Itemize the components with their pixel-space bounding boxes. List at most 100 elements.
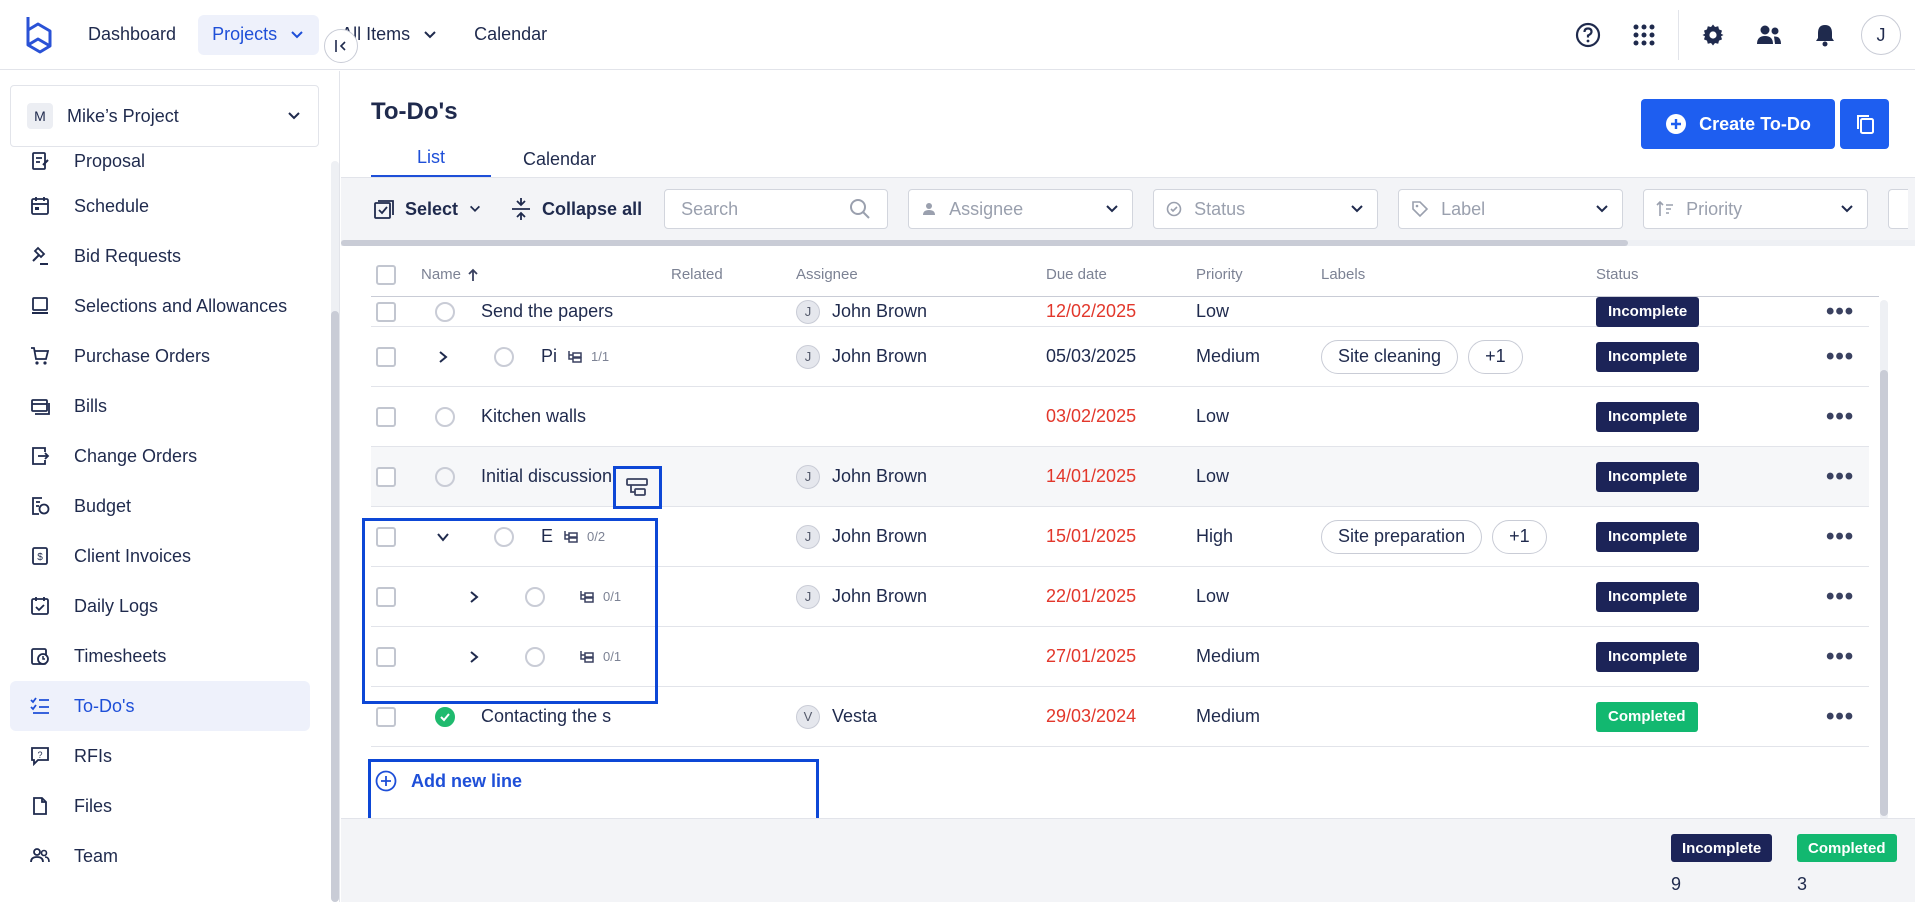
settings-gear-icon[interactable] (1685, 0, 1741, 70)
sidebar-item-label: Daily Logs (74, 595, 159, 616)
status-filter[interactable]: Status (1153, 189, 1379, 229)
nav-dashboard[interactable]: Dashboard (74, 15, 190, 55)
sidebar-item-client-invoices[interactable]: $ Client Invoices (10, 531, 310, 581)
sidebar-scrollbar-thumb[interactable] (331, 311, 339, 902)
sidebar-item-proposal[interactable]: Proposal (10, 151, 310, 181)
table-row[interactable]: Initial discussion J John Brown 14/01/202… (371, 447, 1869, 507)
todo-name[interactable]: Kitchen walls (481, 387, 586, 446)
row-checkbox[interactable] (376, 346, 396, 367)
status-badge[interactable]: Incomplete (1596, 581, 1700, 612)
status-badge[interactable]: Incomplete (1596, 521, 1700, 552)
sidebar-item-schedule[interactable]: Schedule (10, 181, 310, 231)
collapse-sidebar-button[interactable] (324, 29, 358, 63)
more-options-icon[interactable]: ••• (1826, 507, 1854, 566)
tab-calendar[interactable]: Calendar (491, 140, 628, 178)
notifications-bell-icon[interactable] (1797, 0, 1853, 70)
status-badge[interactable]: Incomplete (1596, 296, 1700, 327)
status-badge[interactable]: Completed (1596, 701, 1698, 732)
more-options-icon[interactable]: ••• (1826, 627, 1854, 686)
app-logo-icon[interactable] (20, 15, 54, 55)
complete-toggle[interactable] (435, 466, 455, 487)
due-date: 27/01/2025 (1046, 646, 1137, 666)
todo-name[interactable]: Pi (541, 346, 557, 367)
todo-name[interactable]: Send the papers (481, 297, 613, 326)
nav-calendar[interactable]: Calendar (460, 15, 561, 55)
more-options-icon[interactable]: ••• (1826, 387, 1854, 446)
create-todo-button[interactable]: Create To-Do (1641, 99, 1835, 149)
column-due-date[interactable]: Due date (1046, 252, 1107, 297)
sidebar-item-todos[interactable]: To-Do's (10, 681, 310, 731)
sidebar-item-files[interactable]: Files (10, 781, 310, 831)
complete-toggle[interactable] (494, 346, 514, 367)
label-filter[interactable]: Label (1398, 189, 1624, 229)
table-scrollbar-thumb[interactable] (1880, 370, 1888, 816)
complete-toggle[interactable] (435, 406, 455, 427)
more-labels-chip[interactable]: +1 (1492, 519, 1547, 554)
row-checkbox[interactable] (376, 466, 396, 487)
priority: Low (1196, 466, 1230, 486)
more-options-icon[interactable]: ••• (1826, 567, 1854, 626)
view-tabs: List Calendar (371, 140, 628, 178)
column-status[interactable]: Status (1596, 252, 1639, 297)
sidebar-item-timesheets[interactable]: Timesheets (10, 631, 310, 681)
sidebar-item-budget[interactable]: Budget (10, 481, 310, 531)
sidebar-item-purchase-orders[interactable]: Purchase Orders (10, 331, 310, 381)
todo-name[interactable]: Initial discussion (481, 447, 614, 506)
table-row[interactable]: Send the papers J John Brown 12/02/2025 L… (371, 296, 1869, 327)
complete-toggle[interactable] (435, 301, 455, 322)
select-all-checkbox[interactable] (376, 252, 396, 297)
tab-list[interactable]: List (371, 140, 492, 178)
search-input[interactable]: Search (664, 189, 889, 229)
copy-template-button[interactable] (1840, 99, 1889, 149)
apps-grid-icon[interactable] (1616, 0, 1672, 70)
table-row[interactable]: Pi 1/1 J John Brown 05/03/2025 Medium Sit… (371, 327, 1869, 387)
sidebar-item-daily-logs[interactable]: Daily Logs (10, 581, 310, 631)
top-right-actions: J (1560, 0, 1915, 70)
completed-check-icon[interactable] (435, 706, 455, 727)
sidebar-item-rfis[interactable]: ? RFIs (10, 731, 310, 781)
column-related[interactable]: Related (671, 252, 723, 297)
sidebar-item-selections[interactable]: Selections and Allowances (10, 281, 310, 331)
sidebar-item-change-orders[interactable]: Change Orders (10, 431, 310, 481)
project-selector[interactable]: M Mike’s Project (10, 85, 319, 147)
user-avatar[interactable]: J (1861, 15, 1901, 55)
select-dropdown[interactable]: Select (341, 189, 482, 229)
collapse-all-button[interactable]: Collapse all (482, 189, 642, 229)
more-options-icon[interactable]: ••• (1826, 687, 1854, 746)
help-icon[interactable] (1560, 0, 1616, 70)
more-options-icon[interactable]: ••• (1826, 327, 1854, 386)
column-labels[interactable]: Labels (1321, 252, 1365, 297)
more-filter-stub[interactable] (1888, 189, 1909, 229)
table-scrollbar[interactable] (1880, 300, 1888, 820)
row-checkbox[interactable] (376, 706, 396, 727)
status-badge[interactable]: Incomplete (1596, 401, 1700, 432)
column-assignee[interactable]: Assignee (796, 252, 858, 297)
add-subtask-icon[interactable] (625, 477, 649, 497)
expand-chevron-right-icon[interactable] (437, 327, 449, 386)
checkbox[interactable] (376, 264, 396, 285)
sidebar-item-label: Bills (74, 395, 108, 416)
horizontal-scrollbar-thumb[interactable] (341, 240, 1628, 246)
table-row[interactable]: Kitchen walls 03/02/2025 Low Incomplete … (371, 387, 1869, 447)
column-name[interactable]: Name (421, 252, 479, 297)
more-options-icon[interactable]: ••• (1826, 447, 1854, 506)
more-labels-chip[interactable]: +1 (1468, 339, 1523, 374)
sidebar-item-bills[interactable]: Bills (10, 381, 310, 431)
assignee-filter[interactable]: Assignee (908, 189, 1134, 229)
more-options-icon[interactable]: ••• (1826, 297, 1854, 326)
horizontal-scrollbar[interactable] (341, 240, 1915, 246)
label-chip[interactable]: Site preparation (1321, 519, 1483, 554)
sidebar-item-team[interactable]: Team (10, 831, 310, 881)
sidebar-item-bid-requests[interactable]: Bid Requests (10, 231, 310, 281)
column-priority[interactable]: Priority (1196, 252, 1243, 297)
row-checkbox[interactable] (376, 301, 396, 322)
status-badge[interactable]: Incomplete (1596, 641, 1700, 672)
status-badge[interactable]: Incomplete (1596, 341, 1700, 372)
priority-filter[interactable]: Priority (1643, 189, 1869, 229)
status-badge[interactable]: Incomplete (1596, 461, 1700, 492)
row-checkbox[interactable] (376, 406, 396, 427)
label-chip[interactable]: Site cleaning (1321, 339, 1459, 374)
nav-projects[interactable]: Projects (198, 14, 320, 55)
users-icon[interactable] (1741, 0, 1797, 70)
rfi-icon: ? (31, 747, 49, 766)
